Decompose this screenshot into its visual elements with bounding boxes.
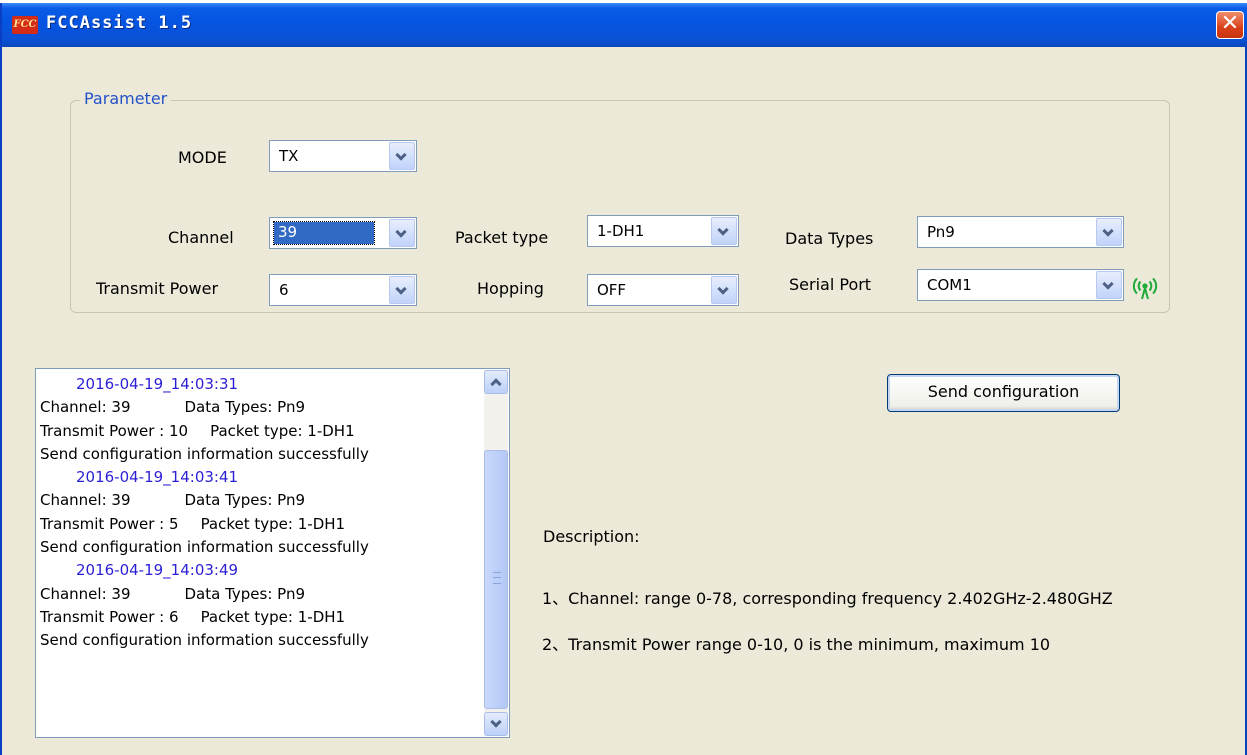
scroll-thumb[interactable] [484, 450, 508, 709]
channel-select[interactable]: 39 [269, 217, 417, 249]
scroll-down-icon[interactable] [484, 712, 508, 736]
grip-icon [493, 572, 501, 584]
data-types-label: Data Types [785, 229, 874, 248]
log-channel: Channel: 39 [40, 584, 131, 603]
send-configuration-button[interactable]: Send configuration [887, 374, 1120, 412]
hopping-label: Hopping [477, 279, 544, 298]
log-scrollbar[interactable] [484, 370, 508, 736]
log-data-types: Data Types: Pn9 [184, 398, 306, 417]
log-result: Send configuration information successfu… [40, 444, 369, 463]
title-bar[interactable]: FCC FCCAssist 1.5 ✕ [2, 3, 1247, 47]
log-packet-type: Packet type: 1-DH1 [210, 421, 355, 440]
log-data-types: Data Types: Pn9 [184, 584, 306, 603]
transmit-power-value: 6 [279, 281, 289, 299]
packet-type-select[interactable]: 1-DH1 [587, 215, 739, 247]
app-window: FCC FCCAssist 1.5 ✕ Parameter MODE TX Ch… [0, 3, 1247, 755]
log-transmit-power: Transmit Power : 6 [40, 607, 179, 626]
chevron-down-icon[interactable] [711, 276, 737, 304]
log-textbox[interactable]: 2016-04-19_14:03:31 Channel: 39 Data Types… [35, 368, 510, 738]
hopping-select[interactable]: OFF [587, 274, 739, 306]
close-icon[interactable]: ✕ [1216, 11, 1244, 39]
mode-value: TX [279, 147, 299, 165]
log-result: Send configuration information successfu… [40, 538, 369, 557]
description-title: Description: [543, 527, 640, 546]
mode-select[interactable]: TX [269, 140, 417, 172]
log-data-types: Data Types: Pn9 [184, 491, 306, 510]
fcc-app-icon: FCC [12, 16, 38, 34]
packet-type-label: Packet type [455, 228, 549, 247]
chevron-down-icon[interactable] [389, 219, 415, 247]
chevron-down-icon[interactable] [389, 142, 415, 170]
channel-label: Channel [168, 228, 234, 247]
log-packet-type: Packet type: 1-DH1 [200, 514, 346, 533]
log-transmit-power: Transmit Power : 10 [40, 421, 189, 440]
chevron-down-icon[interactable] [389, 276, 415, 304]
hopping-value: OFF [597, 281, 627, 299]
scroll-up-icon[interactable] [484, 370, 508, 394]
log-timestamp: 2016-04-19_14:03:31 [76, 375, 239, 393]
channel-value: 39 [273, 221, 375, 245]
window-title: FCCAssist 1.5 [46, 13, 193, 33]
log-line: Channel: 39 Data Types: Pn9 [40, 396, 480, 419]
log-channel: Channel: 39 [40, 491, 131, 510]
log-line: Transmit Power : 10 Packet type: 1-DH1 [40, 420, 480, 443]
parameter-legend: Parameter [80, 89, 172, 108]
log-line: Transmit Power : 5 Packet type: 1-DH1 [40, 513, 480, 536]
log-timestamp: 2016-04-19_14:03:49 [76, 561, 239, 580]
transmit-power-label: Transmit Power [96, 279, 219, 298]
chevron-down-icon[interactable] [1096, 218, 1122, 246]
log-channel: Channel: 39 [40, 398, 131, 417]
log-transmit-power: Transmit Power : 5 [40, 514, 179, 533]
log-timestamp: 2016-04-19_14:03:41 [76, 468, 239, 487]
chevron-down-icon[interactable] [711, 217, 737, 245]
log-line: Channel: 39 Data Types: Pn9 [40, 489, 480, 512]
data-types-select[interactable]: Pn9 [917, 216, 1124, 248]
log-line: Channel: 39 Data Types: Pn9 [40, 583, 480, 606]
packet-type-value: 1-DH1 [597, 222, 645, 240]
log-result: Send configuration information successfu… [40, 631, 369, 650]
signal-icon [1132, 277, 1158, 300]
log-packet-type: Packet type: 1-DH1 [200, 607, 346, 626]
description-line-1: 1、Channel: range 0-78, corresponding fre… [542, 589, 1113, 608]
serial-port-value: COM1 [927, 276, 972, 294]
transmit-power-select[interactable]: 6 [269, 274, 417, 306]
mode-label: MODE [178, 148, 227, 167]
serial-port-select[interactable]: COM1 [917, 269, 1124, 301]
log-lines: 2016-04-19_14:03:31 Channel: 39 Data Types… [40, 373, 480, 653]
data-types-value: Pn9 [927, 223, 955, 241]
description-line-2: 2、Transmit Power range 0-10, 0 is the mi… [542, 635, 1051, 654]
chevron-down-icon[interactable] [1096, 271, 1122, 299]
log-line: Transmit Power : 6 Packet type: 1-DH1 [40, 606, 480, 629]
serial-port-label: Serial Port [789, 275, 872, 294]
